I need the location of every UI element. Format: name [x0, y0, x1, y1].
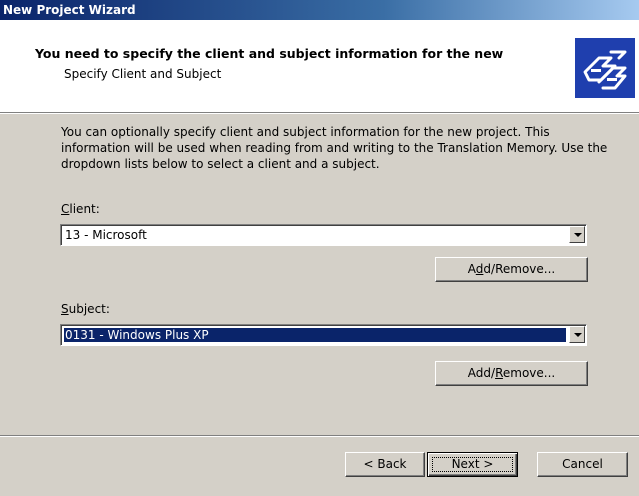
subject-dropdown[interactable]: 0131 - Windows Plus XP [60, 324, 587, 346]
page-subheading: Specify Client and Subject [64, 67, 222, 81]
chevron-down-icon[interactable] [569, 326, 585, 343]
wizard-hand-icon [575, 38, 635, 98]
subject-label-rest: ubject: [68, 302, 110, 316]
intro-text: You can optionally specify client and su… [61, 125, 608, 171]
window-title: New Project Wizard [3, 3, 136, 17]
cancel-button[interactable]: Cancel [537, 452, 628, 477]
next-button-label: Next > [451, 457, 494, 471]
footer-divider [0, 435, 639, 437]
client-add-remove-pre: A [467, 262, 476, 276]
subject-add-remove-accel: R [495, 366, 503, 380]
header-divider [0, 112, 639, 114]
chevron-down-icon[interactable] [569, 226, 585, 243]
client-label-rest: lient: [69, 202, 100, 216]
subject-dropdown-value: 0131 - Windows Plus XP [64, 328, 566, 342]
page-heading: You need to specify the client and subje… [35, 46, 504, 61]
subject-add-remove-button[interactable]: Add/Remove... [435, 361, 588, 386]
wizard-window: New Project Wizard You need to specify t… [0, 0, 639, 496]
client-add-remove-button[interactable]: Add/Remove... [435, 257, 588, 282]
title-bar[interactable]: New Project Wizard [0, 0, 639, 20]
back-button[interactable]: < Back [345, 452, 425, 477]
wizard-header: You need to specify the client and subje… [0, 20, 639, 112]
subject-label: Subject: [61, 302, 110, 316]
client-label: Client: [61, 202, 100, 216]
client-dropdown[interactable]: 13 - Microsoft [60, 224, 587, 246]
subject-label-accel: S [61, 302, 69, 316]
next-button[interactable]: Next > [427, 452, 518, 477]
subject-add-remove-pre: Add/ [467, 366, 496, 380]
client-add-remove-post: d/Remove... [483, 262, 556, 276]
client-dropdown-value: 13 - Microsoft [65, 228, 147, 242]
subject-add-remove-post: emove... [502, 366, 556, 380]
